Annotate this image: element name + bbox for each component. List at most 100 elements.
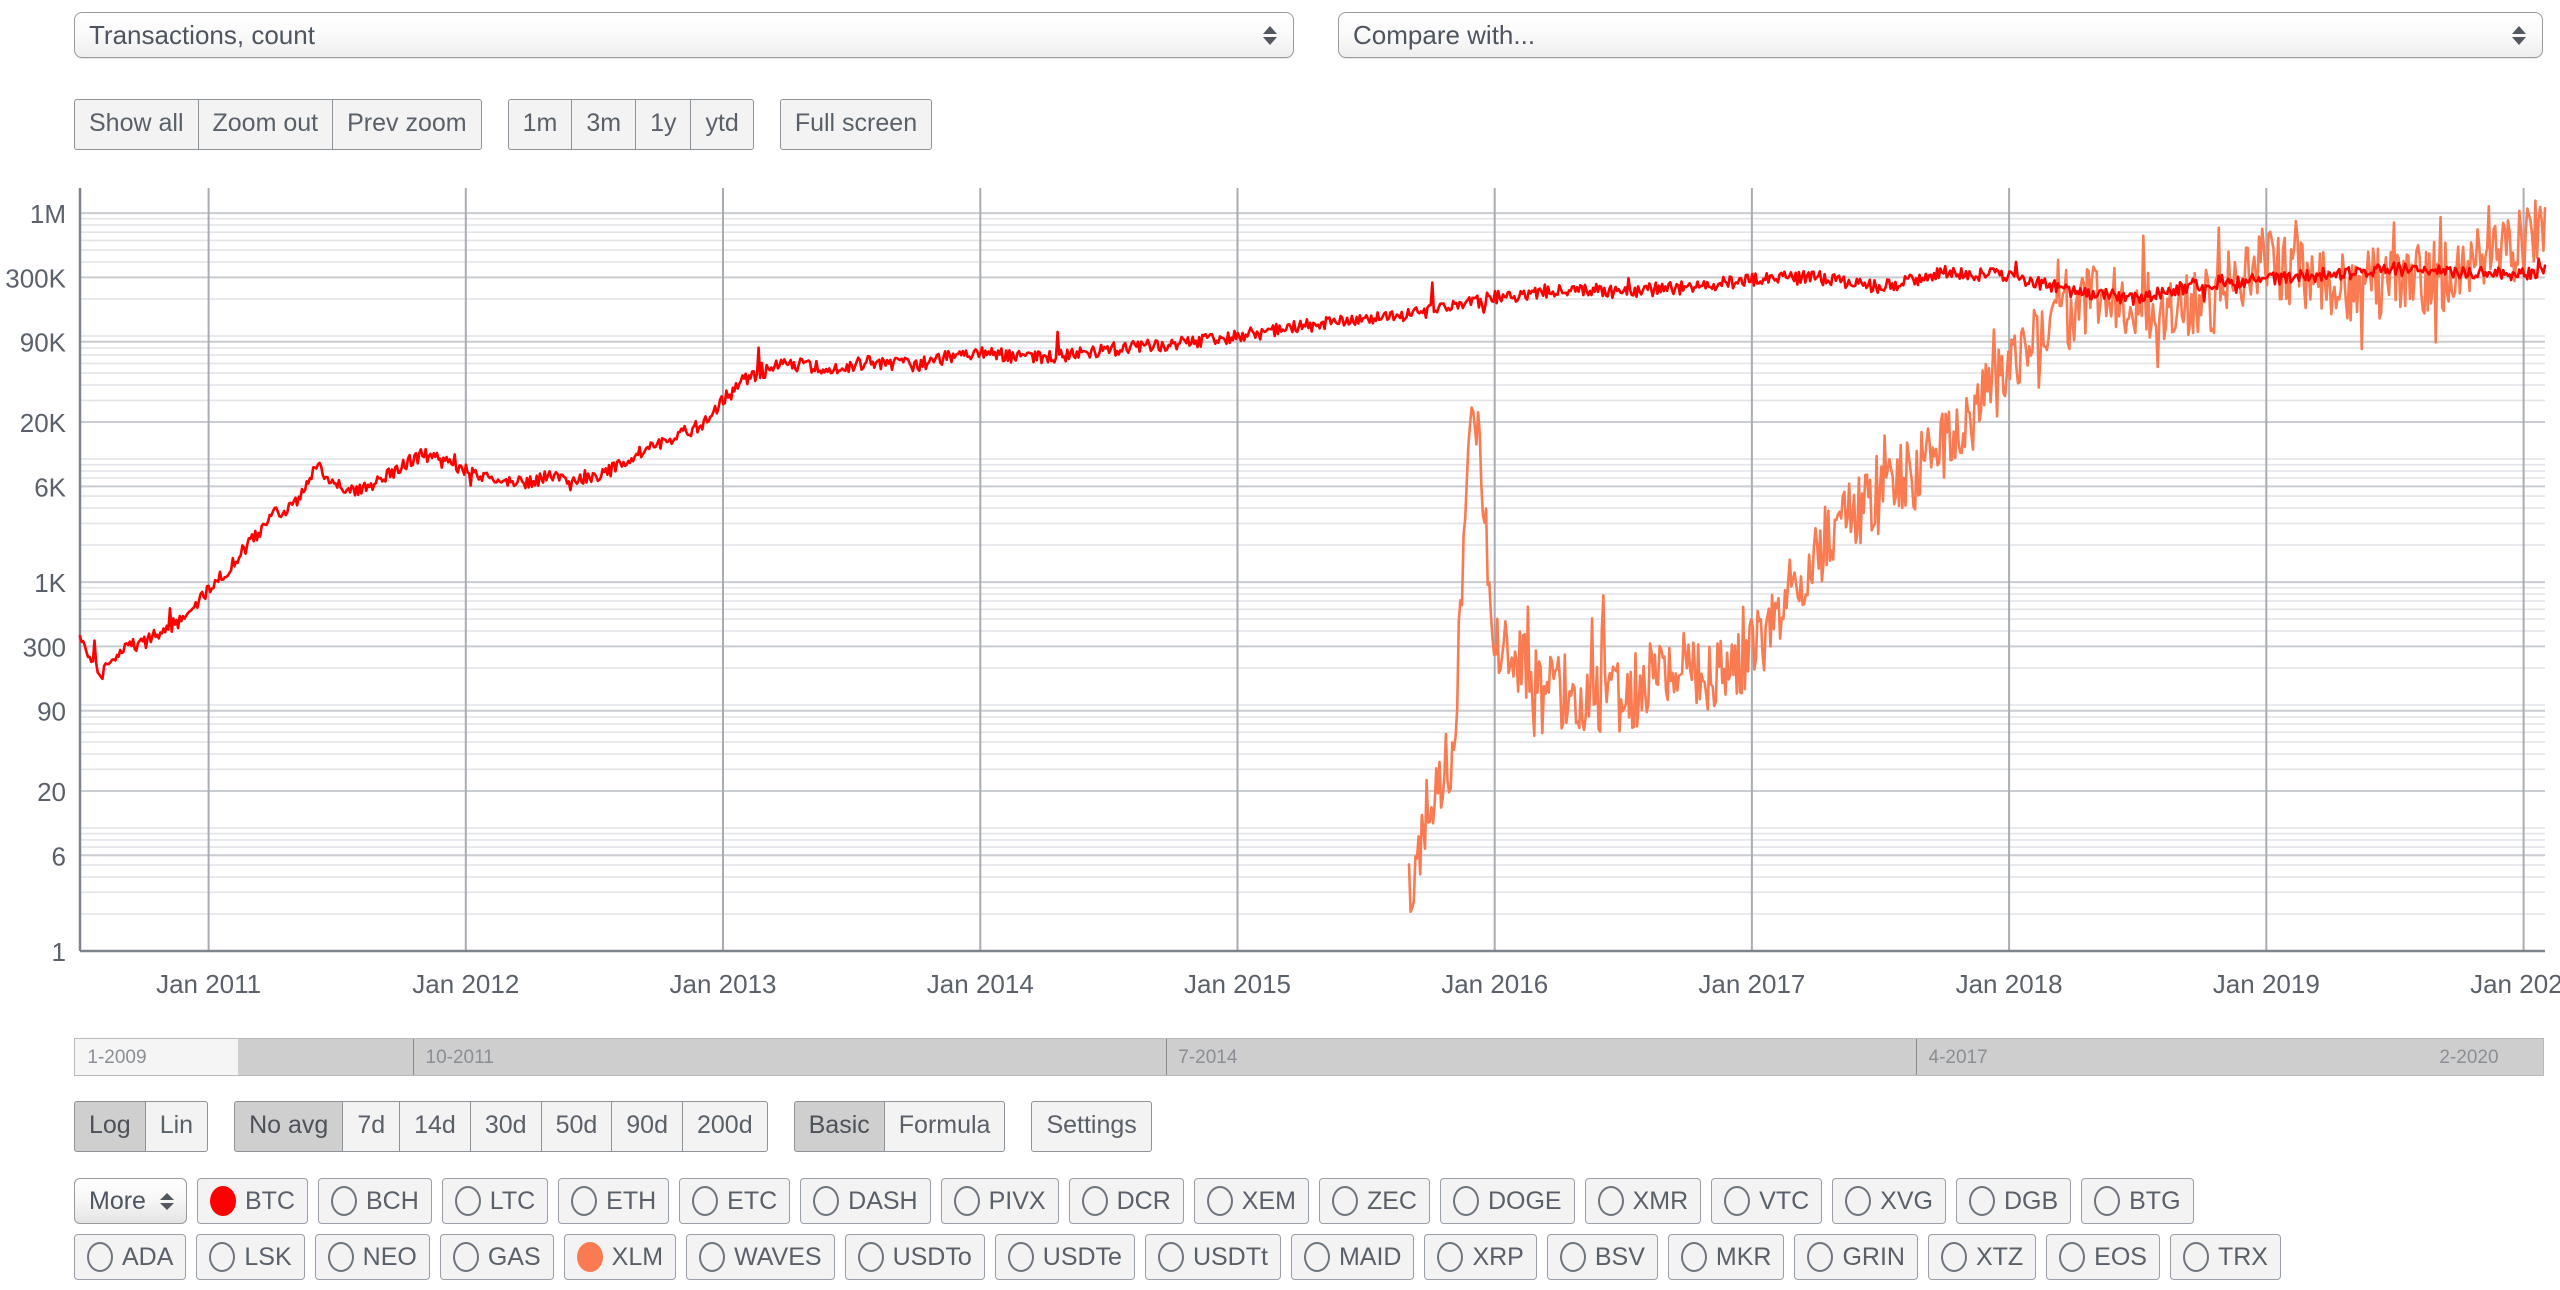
coin-label: NEO [362, 1242, 417, 1271]
coin-toggle-pivx[interactable]: PIVX [940, 1178, 1059, 1224]
range-button-group: 1m 3m 1y ytd [507, 98, 754, 150]
range-1y-button[interactable]: 1y [635, 98, 691, 150]
scale-lin-button[interactable]: Lin [144, 1100, 209, 1152]
avg-50d-button[interactable]: 50d [540, 1100, 612, 1152]
radio-selected-icon [209, 1186, 236, 1216]
prev-zoom-button[interactable]: Prev zoom [332, 98, 482, 150]
coin-label: ADA [122, 1242, 174, 1271]
radio-empty-icon [1845, 1186, 1872, 1216]
coin-label: USDTo [892, 1242, 972, 1271]
svg-text:Jan 2013: Jan 2013 [670, 969, 777, 999]
radio-empty-icon [692, 1186, 719, 1216]
zoom-out-button[interactable]: Zoom out [197, 98, 333, 150]
coin-toggle-xem[interactable]: XEM [1193, 1178, 1309, 1224]
coin-label: ZEC [1366, 1186, 1417, 1215]
more-coins-label: More [89, 1186, 146, 1215]
coin-toggle-maid[interactable]: MAID [1290, 1234, 1415, 1280]
coin-toggle-xlm[interactable]: XLM [563, 1234, 677, 1280]
svg-text:20: 20 [37, 777, 66, 807]
coin-toggle-etc[interactable]: ETC [679, 1178, 791, 1224]
coin-toggle-dcr[interactable]: DCR [1068, 1178, 1184, 1224]
coin-toggle-ada[interactable]: ADA [74, 1234, 187, 1280]
mode-basic-button[interactable]: Basic [793, 1100, 884, 1152]
radio-empty-icon [1452, 1186, 1479, 1216]
radio-empty-icon [454, 1186, 481, 1216]
svg-text:Jan 2012: Jan 2012 [412, 969, 519, 999]
range-navigator[interactable]: 1-2009 10-2011 7-2014 4-2017 2-2020 [74, 1038, 2544, 1076]
coin-label: GRIN [1842, 1242, 1905, 1271]
coin-toggle-bch[interactable]: BCH [317, 1178, 432, 1224]
coin-label: TRX [2217, 1242, 2268, 1271]
coin-label: WAVES [734, 1242, 822, 1271]
full-screen-button[interactable]: Full screen [779, 98, 933, 150]
coin-toggle-xrp[interactable]: XRP [1424, 1234, 1537, 1280]
range-1m-button[interactable]: 1m [507, 98, 572, 150]
settings-button[interactable]: Settings [1031, 1100, 1152, 1152]
coin-toggle-gas[interactable]: GAS [439, 1234, 554, 1280]
coin-toggle-xmr[interactable]: XMR [1584, 1178, 1702, 1224]
radio-empty-icon [87, 1242, 113, 1272]
coin-toggle-zec[interactable]: ZEC [1318, 1178, 1430, 1224]
coin-toggle-dash[interactable]: DASH [800, 1178, 931, 1224]
coin-toggle-neo[interactable]: NEO [314, 1234, 430, 1280]
mode-button-group: Basic Formula [793, 1100, 1006, 1152]
coin-toggle-lsk[interactable]: LSK [196, 1234, 305, 1280]
svg-text:Jan 2011: Jan 2011 [156, 969, 261, 999]
coin-toggle-dgb[interactable]: DGB [1955, 1178, 2072, 1224]
chart-area[interactable]: 1M 300K 90K 20K 6K 1K 300 90 20 6 1 Jan 2011 Jan 201… [0, 178, 2560, 1028]
range-ytd-button[interactable]: ytd [690, 98, 754, 150]
compare-select[interactable]: Compare with... [1338, 12, 2543, 58]
svg-text:6K: 6K [34, 472, 66, 502]
coin-toggle-mkr[interactable]: MKR [1667, 1234, 1785, 1280]
radio-empty-icon [699, 1242, 726, 1272]
coin-toggle-trx[interactable]: TRX [2169, 1234, 2281, 1280]
navigator-label: 1-2009 [87, 1047, 147, 1068]
coin-toggle-xvg[interactable]: XVG [1832, 1178, 1946, 1224]
coin-toggle-grin[interactable]: GRIN [1794, 1234, 1918, 1280]
more-coins-dropdown[interactable]: More [74, 1178, 187, 1224]
coin-toggle-xtz[interactable]: XTZ [1927, 1234, 2037, 1280]
coin-label: XVG [1880, 1186, 1933, 1215]
metric-select[interactable]: Transactions, count [74, 12, 1294, 58]
show-all-button[interactable]: Show all [74, 98, 198, 150]
avg-none-button[interactable]: No avg [234, 1100, 343, 1152]
coin-toggle-bsv[interactable]: BSV [1546, 1234, 1658, 1280]
coin-label: EOS [2094, 1242, 2147, 1271]
spinner-arrows-icon [158, 1186, 176, 1216]
coin-toggle-ltc[interactable]: LTC [441, 1178, 549, 1224]
avg-7d-button[interactable]: 7d [342, 1100, 400, 1152]
coin-label: ETH [606, 1186, 657, 1215]
coin-toggle-usdtt[interactable]: USDTt [1144, 1234, 1281, 1280]
mode-formula-button[interactable]: Formula [883, 1100, 1006, 1152]
avg-90d-button[interactable]: 90d [611, 1100, 682, 1152]
coin-toggle-eth[interactable]: ETH [558, 1178, 670, 1224]
avg-14d-button[interactable]: 14d [399, 1100, 470, 1152]
coin-toggle-btg[interactable]: BTG [2081, 1178, 2194, 1224]
coin-label: XRP [1472, 1242, 1524, 1271]
svg-text:1: 1 [52, 937, 66, 967]
navigator-selected-range[interactable] [237, 1039, 2543, 1075]
chart-svg[interactable]: 1M 300K 90K 20K 6K 1K 300 90 20 6 1 Jan 2011 Jan 201… [0, 178, 2560, 1028]
compare-select-value: Compare with... [1353, 19, 1536, 50]
chart-toolbar: Show all Zoom out Prev zoom 1m 3m 1y ytd… [74, 98, 958, 150]
coin-label: USDTt [1192, 1242, 1268, 1271]
scale-log-button[interactable]: Log [74, 1100, 145, 1152]
radio-empty-icon [2059, 1242, 2086, 1272]
coin-toggle-doge[interactable]: DOGE [1439, 1178, 1575, 1224]
avg-30d-button[interactable]: 30d [469, 1100, 541, 1152]
chart-options-toolbar: Log Lin No avg 7d 14d 30d 50d 90d 200d B… [74, 1100, 1178, 1152]
svg-text:300: 300 [23, 632, 66, 662]
coin-label: DGB [2003, 1186, 2059, 1215]
navigator-divider-2 [1916, 1039, 1918, 1075]
coin-toggle-waves[interactable]: WAVES [686, 1234, 835, 1280]
coin-toggle-usdto[interactable]: USDTo [844, 1234, 985, 1280]
coin-label: LTC [489, 1186, 536, 1215]
coin-toggle-vtc[interactable]: VTC [1711, 1178, 1823, 1224]
coin-toggle-usdte[interactable]: USDTe [994, 1234, 1135, 1280]
coin-label: PIVX [988, 1186, 1046, 1215]
coin-toggle-eos[interactable]: EOS [2046, 1234, 2160, 1280]
range-3m-button[interactable]: 3m [571, 98, 636, 150]
coin-toggle-btc[interactable]: BTC [196, 1178, 308, 1224]
coin-label: BSV [1594, 1242, 1645, 1271]
avg-200d-button[interactable]: 200d [682, 1100, 768, 1152]
